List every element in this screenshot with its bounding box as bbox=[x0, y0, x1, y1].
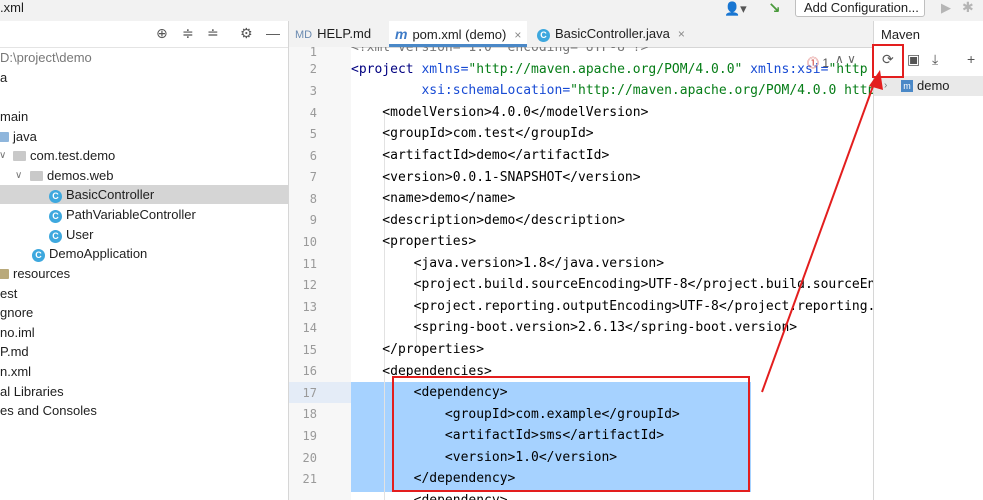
line-number: 20 bbox=[302, 451, 317, 465]
line-number: 1 bbox=[309, 45, 317, 59]
maven-panel: Maven ⟳ ▣ ⤓ + › m demo bbox=[873, 21, 983, 500]
code-line: <groupId>com.test</groupId> bbox=[351, 126, 594, 141]
tree-item-main[interactable]: main bbox=[0, 107, 288, 126]
class-icon: C bbox=[32, 244, 45, 263]
line-number: 3 bbox=[309, 84, 317, 98]
code-line: <project xmlns="http://maven.apache.org/… bbox=[351, 62, 868, 77]
tree-item-demos-web[interactable]: ∨ demos.web bbox=[0, 166, 288, 185]
plus-icon[interactable]: + bbox=[967, 51, 975, 67]
line-number: 4 bbox=[309, 106, 317, 120]
line-number: 18 bbox=[302, 407, 317, 421]
vcs-icon[interactable]: ↘ bbox=[768, 0, 781, 17]
add-configuration-button[interactable]: Add Configuration... bbox=[795, 0, 925, 17]
code-line: <project.reporting.outputEncoding>UTF-8<… bbox=[351, 299, 873, 314]
locate-icon[interactable]: ⊕ bbox=[156, 25, 168, 42]
class-icon: C bbox=[49, 205, 62, 224]
tree-item[interactable]: a bbox=[0, 68, 288, 87]
project-panel: ⊕ ≑ ≐ ⚙ — D:\project\demo a main java ∨ … bbox=[0, 21, 289, 500]
line-number: 2 bbox=[309, 62, 317, 76]
class-icon: C bbox=[49, 225, 62, 244]
chevron-down-icon[interactable]: ∨ bbox=[0, 146, 6, 165]
tree-item-demoapplication[interactable]: C DemoApplication bbox=[0, 244, 288, 263]
tree-item-com-test-demo[interactable]: ∨ com.test.demo bbox=[0, 146, 288, 165]
project-title: .xml bbox=[0, 0, 24, 15]
line-number: 10 bbox=[302, 235, 317, 249]
line-number: 7 bbox=[309, 170, 317, 184]
error-icon: ⓵ bbox=[807, 56, 820, 70]
tree-item-java[interactable]: java bbox=[0, 127, 288, 146]
package-icon bbox=[13, 146, 26, 166]
line-number: 8 bbox=[309, 192, 317, 206]
tree-item[interactable]: gnore bbox=[0, 303, 288, 322]
maven-file-icon: m bbox=[395, 26, 408, 42]
hide-icon[interactable]: — bbox=[266, 25, 280, 41]
download-icon[interactable]: ⤓ bbox=[932, 51, 938, 68]
line-number: 12 bbox=[302, 278, 317, 292]
folder-icon bbox=[0, 127, 9, 147]
user-icon[interactable]: 👤▾ bbox=[724, 1, 747, 17]
error-indicator[interactable]: ⓵ 1 bbox=[807, 54, 829, 71]
line-number: 13 bbox=[302, 300, 317, 314]
class-icon: C bbox=[537, 22, 550, 48]
close-icon[interactable]: × bbox=[678, 27, 685, 41]
line-number: 5 bbox=[309, 127, 317, 141]
code-line: <modelVersion>4.0.0</modelVersion> bbox=[351, 105, 649, 120]
code-line: <description>demo</description> bbox=[351, 213, 625, 228]
expand-all-icon[interactable]: ≑ bbox=[182, 25, 194, 42]
debug-icon[interactable]: ✱ bbox=[962, 0, 974, 16]
title-bar: .xml 👤▾ ↘ Add Configuration... ▶ ✱ bbox=[0, 0, 983, 22]
navigate-problems[interactable]: ∧ ∨ bbox=[835, 52, 856, 66]
tree-item-pathvariablecontroller[interactable]: C PathVariableController bbox=[0, 205, 288, 224]
tree-item-external-libraries[interactable]: al Libraries bbox=[0, 382, 288, 401]
code-line: <?xml version="1.0" encoding="UTF-8"?> bbox=[351, 47, 649, 55]
add-folder-icon[interactable]: ▣ bbox=[907, 51, 920, 68]
line-number: 9 bbox=[309, 213, 317, 227]
code-line: <name>demo</name> bbox=[351, 191, 516, 206]
annotation-box-dependency bbox=[392, 376, 750, 492]
tree-item-resources[interactable]: resources bbox=[0, 264, 288, 283]
tree-item[interactable]: est bbox=[0, 284, 288, 303]
line-number: 6 bbox=[309, 149, 317, 163]
tree-item[interactable]: P.md bbox=[0, 342, 288, 361]
maven-icon: m bbox=[901, 80, 913, 92]
class-icon: C bbox=[49, 185, 62, 204]
code-line: <version>0.0.1-SNAPSHOT</version> bbox=[351, 170, 641, 185]
tree-item-user[interactable]: C User bbox=[0, 225, 288, 244]
code-line: </properties> bbox=[351, 342, 485, 357]
package-icon bbox=[30, 166, 43, 186]
tab-help-md[interactable]: MD HELP.md bbox=[295, 21, 383, 47]
annotation-box-reload bbox=[872, 44, 904, 78]
folder-icon bbox=[0, 264, 9, 284]
close-icon[interactable]: × bbox=[514, 28, 521, 42]
chevron-down-icon[interactable]: ∨ bbox=[15, 166, 22, 185]
collapse-all-icon[interactable]: ≐ bbox=[207, 25, 219, 42]
editor-tabs: MD HELP.md m pom.xml (demo) × C BasicControl… bbox=[289, 21, 873, 48]
code-line: <project.build.sourceEncoding>UTF-8</pro… bbox=[351, 277, 873, 292]
code-line: <spring-boot.version>2.6.13</spring-boot… bbox=[351, 320, 798, 335]
line-number: 15 bbox=[302, 343, 317, 357]
project-toolbar: ⊕ ≑ ≐ ⚙ — bbox=[0, 21, 288, 48]
tree-item-scratches[interactable]: es and Consoles bbox=[0, 401, 288, 420]
code-line: <artifactId>demo</artifactId> bbox=[351, 148, 610, 163]
line-number: 11 bbox=[302, 257, 317, 271]
line-number: 21 bbox=[302, 472, 317, 486]
tree-item-basiccontroller[interactable]: C BasicController bbox=[0, 185, 288, 204]
tab-pom-xml[interactable]: m pom.xml (demo) × bbox=[389, 21, 527, 47]
tree-item[interactable]: n.xml bbox=[0, 362, 288, 381]
maven-panel-title: Maven bbox=[881, 27, 921, 42]
code-line: xsi:schemaLocation="http://maven.apache.… bbox=[421, 83, 873, 98]
tree-item[interactable]: no.iml bbox=[0, 323, 288, 342]
gear-icon[interactable]: ⚙ bbox=[240, 25, 253, 42]
line-number: 14 bbox=[302, 321, 317, 335]
code-line: <properties> bbox=[351, 234, 477, 249]
maven-project-demo[interactable]: › m demo bbox=[874, 76, 983, 96]
tab-basiccontroller[interactable]: C BasicController.java × bbox=[537, 21, 707, 47]
line-number: 16 bbox=[302, 364, 317, 378]
code-line: <java.version>1.8</java.version> bbox=[351, 256, 665, 271]
run-icon[interactable]: ▶ bbox=[941, 0, 951, 16]
line-number: 17 bbox=[302, 386, 317, 400]
line-number: 19 bbox=[302, 429, 317, 443]
tree-item-path[interactable]: D:\project\demo bbox=[0, 48, 288, 67]
chevron-right-icon[interactable]: › bbox=[884, 76, 887, 96]
